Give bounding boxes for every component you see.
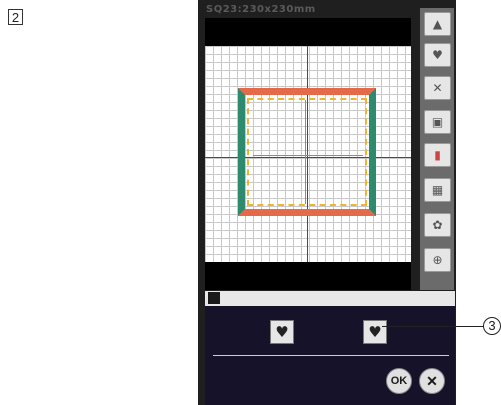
- hearts-stacked-icon: ♥: [368, 323, 382, 341]
- ok-button[interactable]: OK: [386, 368, 412, 394]
- callout-leader-line: [382, 326, 484, 327]
- group-button[interactable]: ✿: [424, 213, 451, 237]
- hoop-size-title: SQ23:230x230mm: [206, 4, 316, 15]
- zoom-icon: ⊕: [432, 253, 443, 267]
- layout-option-2-button[interactable]: ♥: [363, 320, 387, 344]
- panel-divider: [213, 355, 449, 356]
- color-button[interactable]: ▮: [424, 143, 451, 167]
- embroidery-frame-inner-border: [247, 98, 367, 206]
- scroll-up-button[interactable]: ▲: [424, 12, 451, 36]
- triangle-up-icon: ▲: [432, 17, 443, 31]
- group-icon: ✿: [432, 218, 443, 232]
- zoom-button[interactable]: ⊕: [424, 248, 451, 272]
- hearts-pair-icon: ♥: [275, 323, 289, 341]
- copy-button[interactable]: ▣: [424, 110, 451, 134]
- color-icon: ▮: [434, 148, 441, 162]
- options-panel-header: [205, 291, 455, 306]
- grid-icon: ▦: [431, 183, 444, 197]
- arrange-icon: ✕: [432, 81, 443, 95]
- layout-button[interactable]: ♥: [424, 43, 451, 67]
- grid-button[interactable]: ▦: [424, 178, 451, 202]
- step-number-badge: 2: [8, 9, 23, 25]
- layout-icon: ♥: [432, 48, 443, 62]
- canvas-top-margin: [205, 18, 411, 46]
- cancel-button[interactable]: ✕: [419, 368, 445, 394]
- arrange-button[interactable]: ✕: [424, 76, 451, 100]
- layout-option-1-button[interactable]: ♥: [270, 320, 294, 344]
- canvas-bottom-margin: [205, 262, 411, 290]
- close-icon: ✕: [426, 373, 438, 389]
- copy-icon: ▣: [431, 115, 444, 129]
- hearts-icon: [208, 292, 220, 304]
- callout-number: 3: [483, 317, 501, 335]
